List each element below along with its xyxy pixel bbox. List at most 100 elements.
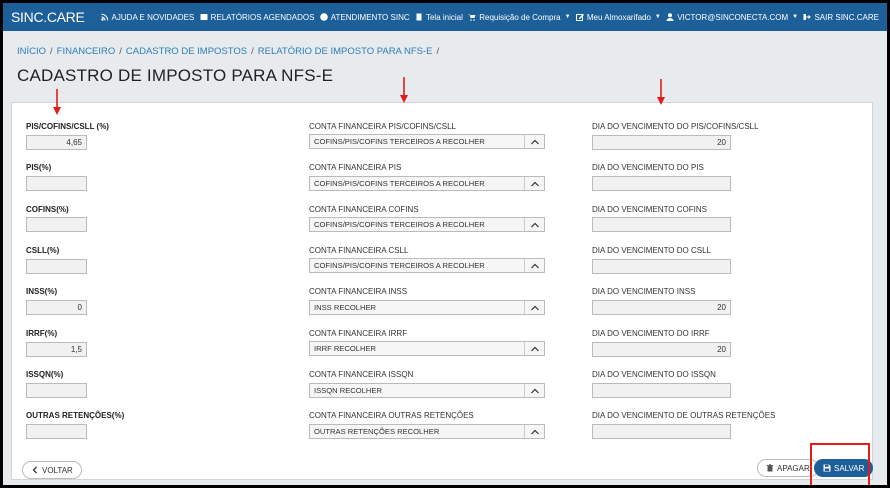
signout-icon [803,14,812,20]
chevron-down-icon: ▼ [654,14,661,20]
chevron-up-icon[interactable] [524,259,544,272]
annotation-arrow-icon [400,77,408,103]
select-value: COFINS/PIS/COFINS TERCEIROS A RECOLHER [314,220,485,229]
pis-cofins-csll-input[interactable]: 4,65 [26,135,87,150]
nav-my-warehouse[interactable]: Meu Almoxarifado ▼ [575,12,661,22]
account-csll-select[interactable]: COFINS/PIS/COFINS TERCEIROS A RECOLHER [309,258,545,273]
nav-label: RELATÓRIOS AGENDADOS [210,12,315,22]
nav-scheduled-reports[interactable]: RELATÓRIOS AGENDADOS [200,12,315,22]
pis-input[interactable] [26,176,87,191]
account-cofins-label: CONTA FINANCEIRA COFINS [309,205,419,214]
irrf-label: IRRF(%) [26,329,58,338]
due-pis-cofins-csll-input[interactable]: 20 [592,135,731,150]
select-value: OUTRAS RETENÇÕES RECOLHER [314,427,440,436]
nav-user-menu[interactable]: VICTOR@SINCONECTA.COM ▼ [666,13,798,22]
chevron-up-icon[interactable] [524,218,544,231]
pis-label: PIS(%) [26,163,52,172]
nav-label: AJUDA E NOVIDADES [111,12,195,22]
pis-cofins-csll-label: PIS/COFINS/CSLL (%) [26,122,109,131]
inss-input[interactable]: 0 [26,300,87,315]
chevron-up-icon[interactable] [524,342,544,355]
due-pis-label: DIA DO VENCIMENTO DO PIS [592,163,704,172]
cofins-input[interactable] [26,217,87,232]
page-header: INÍCIO / FINANCEIRO / CADASTRO DE IMPOST… [3,31,887,101]
chevron-up-icon[interactable] [524,177,544,190]
due-pis-input[interactable] [592,176,731,191]
nav-support[interactable]: ATENDIMENTO SINC [319,12,410,22]
issqn-input[interactable] [26,383,87,398]
nav-purchase-request[interactable]: Requisição de Compra ▼ [468,12,571,22]
chevron-down-icon: ▼ [792,14,799,20]
account-issqn-label: CONTA FINANCEIRA ISSQN [309,370,414,379]
account-pis-cofins-csll-select[interactable]: COFINS/PIS/COFINS TERCEIROS A RECOLHER [309,134,545,149]
delete-button-label: APAGAR [777,463,810,473]
account-cofins-select[interactable]: COFINS/PIS/COFINS TERCEIROS A RECOLHER [309,217,545,232]
due-inss-input[interactable]: 20 [592,300,731,315]
select-value: IRRF RECOLHER [314,344,377,353]
due-csll-input[interactable] [592,259,731,274]
nav-help-news[interactable]: AJUDA E NOVIDADES [100,12,195,22]
account-pis-select[interactable]: COFINS/PIS/COFINS TERCEIROS A RECOLHER [309,176,545,191]
annotation-arrow-icon [53,89,61,115]
page-title: CADASTRO DE IMPOSTO PARA NFS-E [17,66,334,85]
breadcrumb-cadastro-impostos[interactable]: CADASTRO DE IMPOSTOS [126,46,247,57]
due-irrf-input[interactable]: 20 [592,342,731,357]
building-icon [416,13,422,21]
annotation-highlight-box [810,443,870,485]
nav-label: ATENDIMENTO SINC [330,12,410,22]
nav-label: Requisição de Compra [479,12,561,22]
due-cofins-label: DIA DO VENCIMENTO COFINS [592,205,707,214]
chevron-up-icon[interactable] [524,425,544,438]
due-issqn-label: DIA DO VENCIMENTO DO ISSQN [592,370,716,379]
nav-home[interactable]: Tela inicial [415,13,463,22]
breadcrumb-financeiro[interactable]: FINANCEIRO [57,46,116,57]
account-inss-select[interactable]: INSS RECOLHER [309,300,545,315]
cart-icon [468,14,476,21]
due-csll-label: DIA DO VENCIMENTO DO CSLL [592,246,711,255]
breadcrumb-home[interactable]: INÍCIO [17,46,46,57]
outras-retencoes-input[interactable] [26,424,87,439]
due-outras-retencoes-input[interactable] [592,424,731,439]
account-irrf-label: CONTA FINANCEIRA IRRF [309,329,408,338]
trash-icon [766,464,774,472]
account-pis-cofins-csll-label: CONTA FINANCEIRA PIS/COFINS/CSLL [309,122,456,131]
top-navbar: SINC.CARE AJUDA E NOVIDADES RELATÓRIOS A… [3,3,887,31]
due-outras-retencoes-label: DIA DO VENCIMENTO DE OUTRAS RETENÇÕES [592,411,776,420]
account-outras-retencoes-select[interactable]: OUTRAS RETENÇÕES RECOLHER [309,424,545,439]
csll-input[interactable] [26,259,87,274]
outras-retencoes-label: OUTRAS RETENÇÕES(%) [26,411,125,420]
newspaper-icon [200,14,208,20]
due-cofins-input[interactable] [592,217,731,232]
nav-label: SAIR SINC.CARE [814,12,879,22]
tax-form: PIS/COFINS/CSLL (%) 4,65 CONTA FINANCEIR… [11,77,874,485]
account-irrf-select[interactable]: IRRF RECOLHER [309,341,545,356]
brand-logo[interactable]: SINC.CARE [11,9,85,25]
chevron-up-icon[interactable] [524,135,544,148]
account-issqn-select[interactable]: ISSQN RECOLHER [309,383,545,398]
user-icon [666,13,674,21]
inss-label: INSS(%) [26,287,58,296]
cofins-label: COFINS(%) [26,205,69,214]
due-issqn-input[interactable] [592,383,731,398]
annotation-arrow-icon [657,79,665,105]
chevron-left-icon [32,466,37,474]
nav-label: Tela inicial [425,12,463,22]
due-pis-cofins-csll-label: DIA DO VENCIMENTO DO PIS/COFINS/CSLL [592,122,759,131]
select-value: ISSQN RECOLHER [314,386,382,395]
select-value: COFINS/PIS/COFINS TERCEIROS A RECOLHER [314,137,485,146]
back-button[interactable]: VOLTAR [22,461,82,479]
irrf-input[interactable]: 1,5 [26,342,87,357]
edit-icon [575,14,584,21]
account-outras-retencoes-label: CONTA FINANCEIRA OUTRAS RETENÇÕES [309,411,474,420]
nav-label: Meu Almoxarifado [586,12,651,22]
question-icon [319,13,328,21]
back-button-label: VOLTAR [42,465,73,475]
chevron-up-icon[interactable] [524,384,544,397]
nav-logout[interactable]: SAIR SINC.CARE [803,12,879,22]
csll-label: CSLL(%) [26,246,60,255]
issqn-label: ISSQN(%) [26,370,64,379]
due-inss-label: DIA DO VENCIMENTO INSS [592,287,696,296]
breadcrumb-relatorio-nfse[interactable]: RELATÓRIO DE IMPOSTO PARA NFS-E [258,46,433,57]
chevron-up-icon[interactable] [524,301,544,314]
nav-menu: AJUDA E NOVIDADES RELATÓRIOS AGENDADOS A… [100,12,887,22]
